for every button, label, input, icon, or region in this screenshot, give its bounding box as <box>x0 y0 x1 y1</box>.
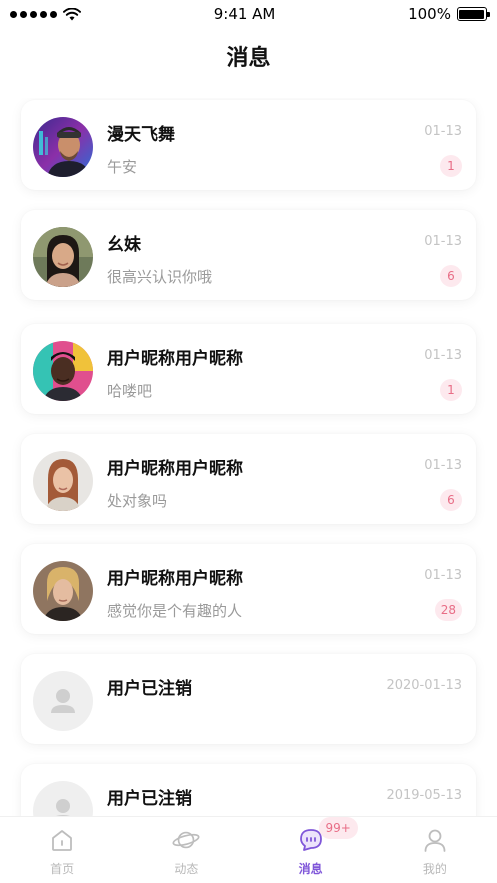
contact-name: 用户昵称用户昵称 <box>107 569 243 589</box>
message-date: 01-13 <box>424 568 462 583</box>
unread-badge: 1 <box>440 379 462 401</box>
message-date: 2019-05-13 <box>386 788 462 803</box>
conversation-list[interactable]: 漫天飞舞 01-13 午安 1 幺妹 01-13 很高兴认识你哦 6 用户昵称用… <box>0 98 497 816</box>
avatar[interactable] <box>33 227 93 287</box>
tab-label: 消息 <box>298 862 323 876</box>
default-avatar-icon[interactable] <box>33 671 93 731</box>
message-preview: 很高兴认识你哦 <box>107 268 213 286</box>
unread-badge: 6 <box>440 489 462 511</box>
page-title: 消息 <box>226 46 271 71</box>
status-right: 100% <box>408 5 490 23</box>
conversation-item[interactable]: 漫天飞舞 01-13 午安 1 <box>21 100 476 190</box>
message-date: 2020-01-13 <box>386 678 462 693</box>
tab-unread-badge: 99+ <box>318 817 358 839</box>
tab-moments[interactable]: 动态 <box>124 817 248 883</box>
tab-label: 我的 <box>422 862 447 876</box>
unread-badge: 28 <box>434 599 462 621</box>
tab-messages[interactable]: 消息 99+ <box>249 817 373 883</box>
home-icon <box>48 826 76 854</box>
conversation-item[interactable]: 用户昵称用户昵称 01-13 哈喽吧 1 <box>21 324 476 414</box>
message-preview: 感觉你是个有趣的人 <box>107 602 243 620</box>
contact-name: 用户已注销 <box>107 679 192 699</box>
conversation-item[interactable]: 用户昵称用户昵称 01-13 感觉你是个有趣的人 28 <box>21 544 476 634</box>
tab-bar: 首页 动态 消息 99+ 我的 <box>0 816 497 883</box>
page-header: 消息 <box>0 36 497 76</box>
contact-name: 漫天飞舞 <box>107 125 175 145</box>
conversation-item[interactable]: 用户已注销 2019-05-13 <box>21 764 476 816</box>
message-date: 01-13 <box>424 234 462 249</box>
status-time: 9:41 AM <box>213 5 276 23</box>
avatar[interactable] <box>33 561 93 621</box>
avatar[interactable] <box>33 341 93 401</box>
message-preview: 午安 <box>107 158 138 176</box>
conversation-item[interactable]: 用户昵称用户昵称 01-13 处对象吗 6 <box>21 434 476 524</box>
contact-name: 用户已注销 <box>107 789 192 809</box>
planet-icon <box>172 826 200 854</box>
conversation-item[interactable]: 用户已注销 2020-01-13 <box>21 654 476 744</box>
message-preview: 处对象吗 <box>107 492 168 510</box>
avatar[interactable] <box>33 451 93 511</box>
conversation-item[interactable]: 幺妹 01-13 很高兴认识你哦 6 <box>21 210 476 300</box>
cellular-signal-icon <box>10 10 57 18</box>
tab-profile[interactable]: 我的 <box>373 817 497 883</box>
battery-icon <box>456 7 490 21</box>
profile-icon <box>421 826 449 854</box>
message-date: 01-13 <box>424 348 462 363</box>
message-date: 01-13 <box>424 458 462 473</box>
message-preview: 哈喽吧 <box>107 382 153 400</box>
contact-name: 幺妹 <box>107 235 141 255</box>
status-bar: 9:41 AM 100% <box>0 0 497 28</box>
avatar[interactable] <box>33 117 93 177</box>
status-left <box>10 7 81 21</box>
default-avatar-icon[interactable] <box>33 781 93 816</box>
wifi-icon <box>63 7 81 21</box>
tab-label: 首页 <box>50 862 75 876</box>
tab-label: 动态 <box>174 862 199 876</box>
battery-percent: 100% <box>408 5 451 23</box>
contact-name: 用户昵称用户昵称 <box>107 459 243 479</box>
tab-home[interactable]: 首页 <box>0 817 124 883</box>
message-date: 01-13 <box>424 124 462 139</box>
contact-name: 用户昵称用户昵称 <box>107 349 243 369</box>
unread-badge: 1 <box>440 155 462 177</box>
unread-badge: 6 <box>440 265 462 287</box>
